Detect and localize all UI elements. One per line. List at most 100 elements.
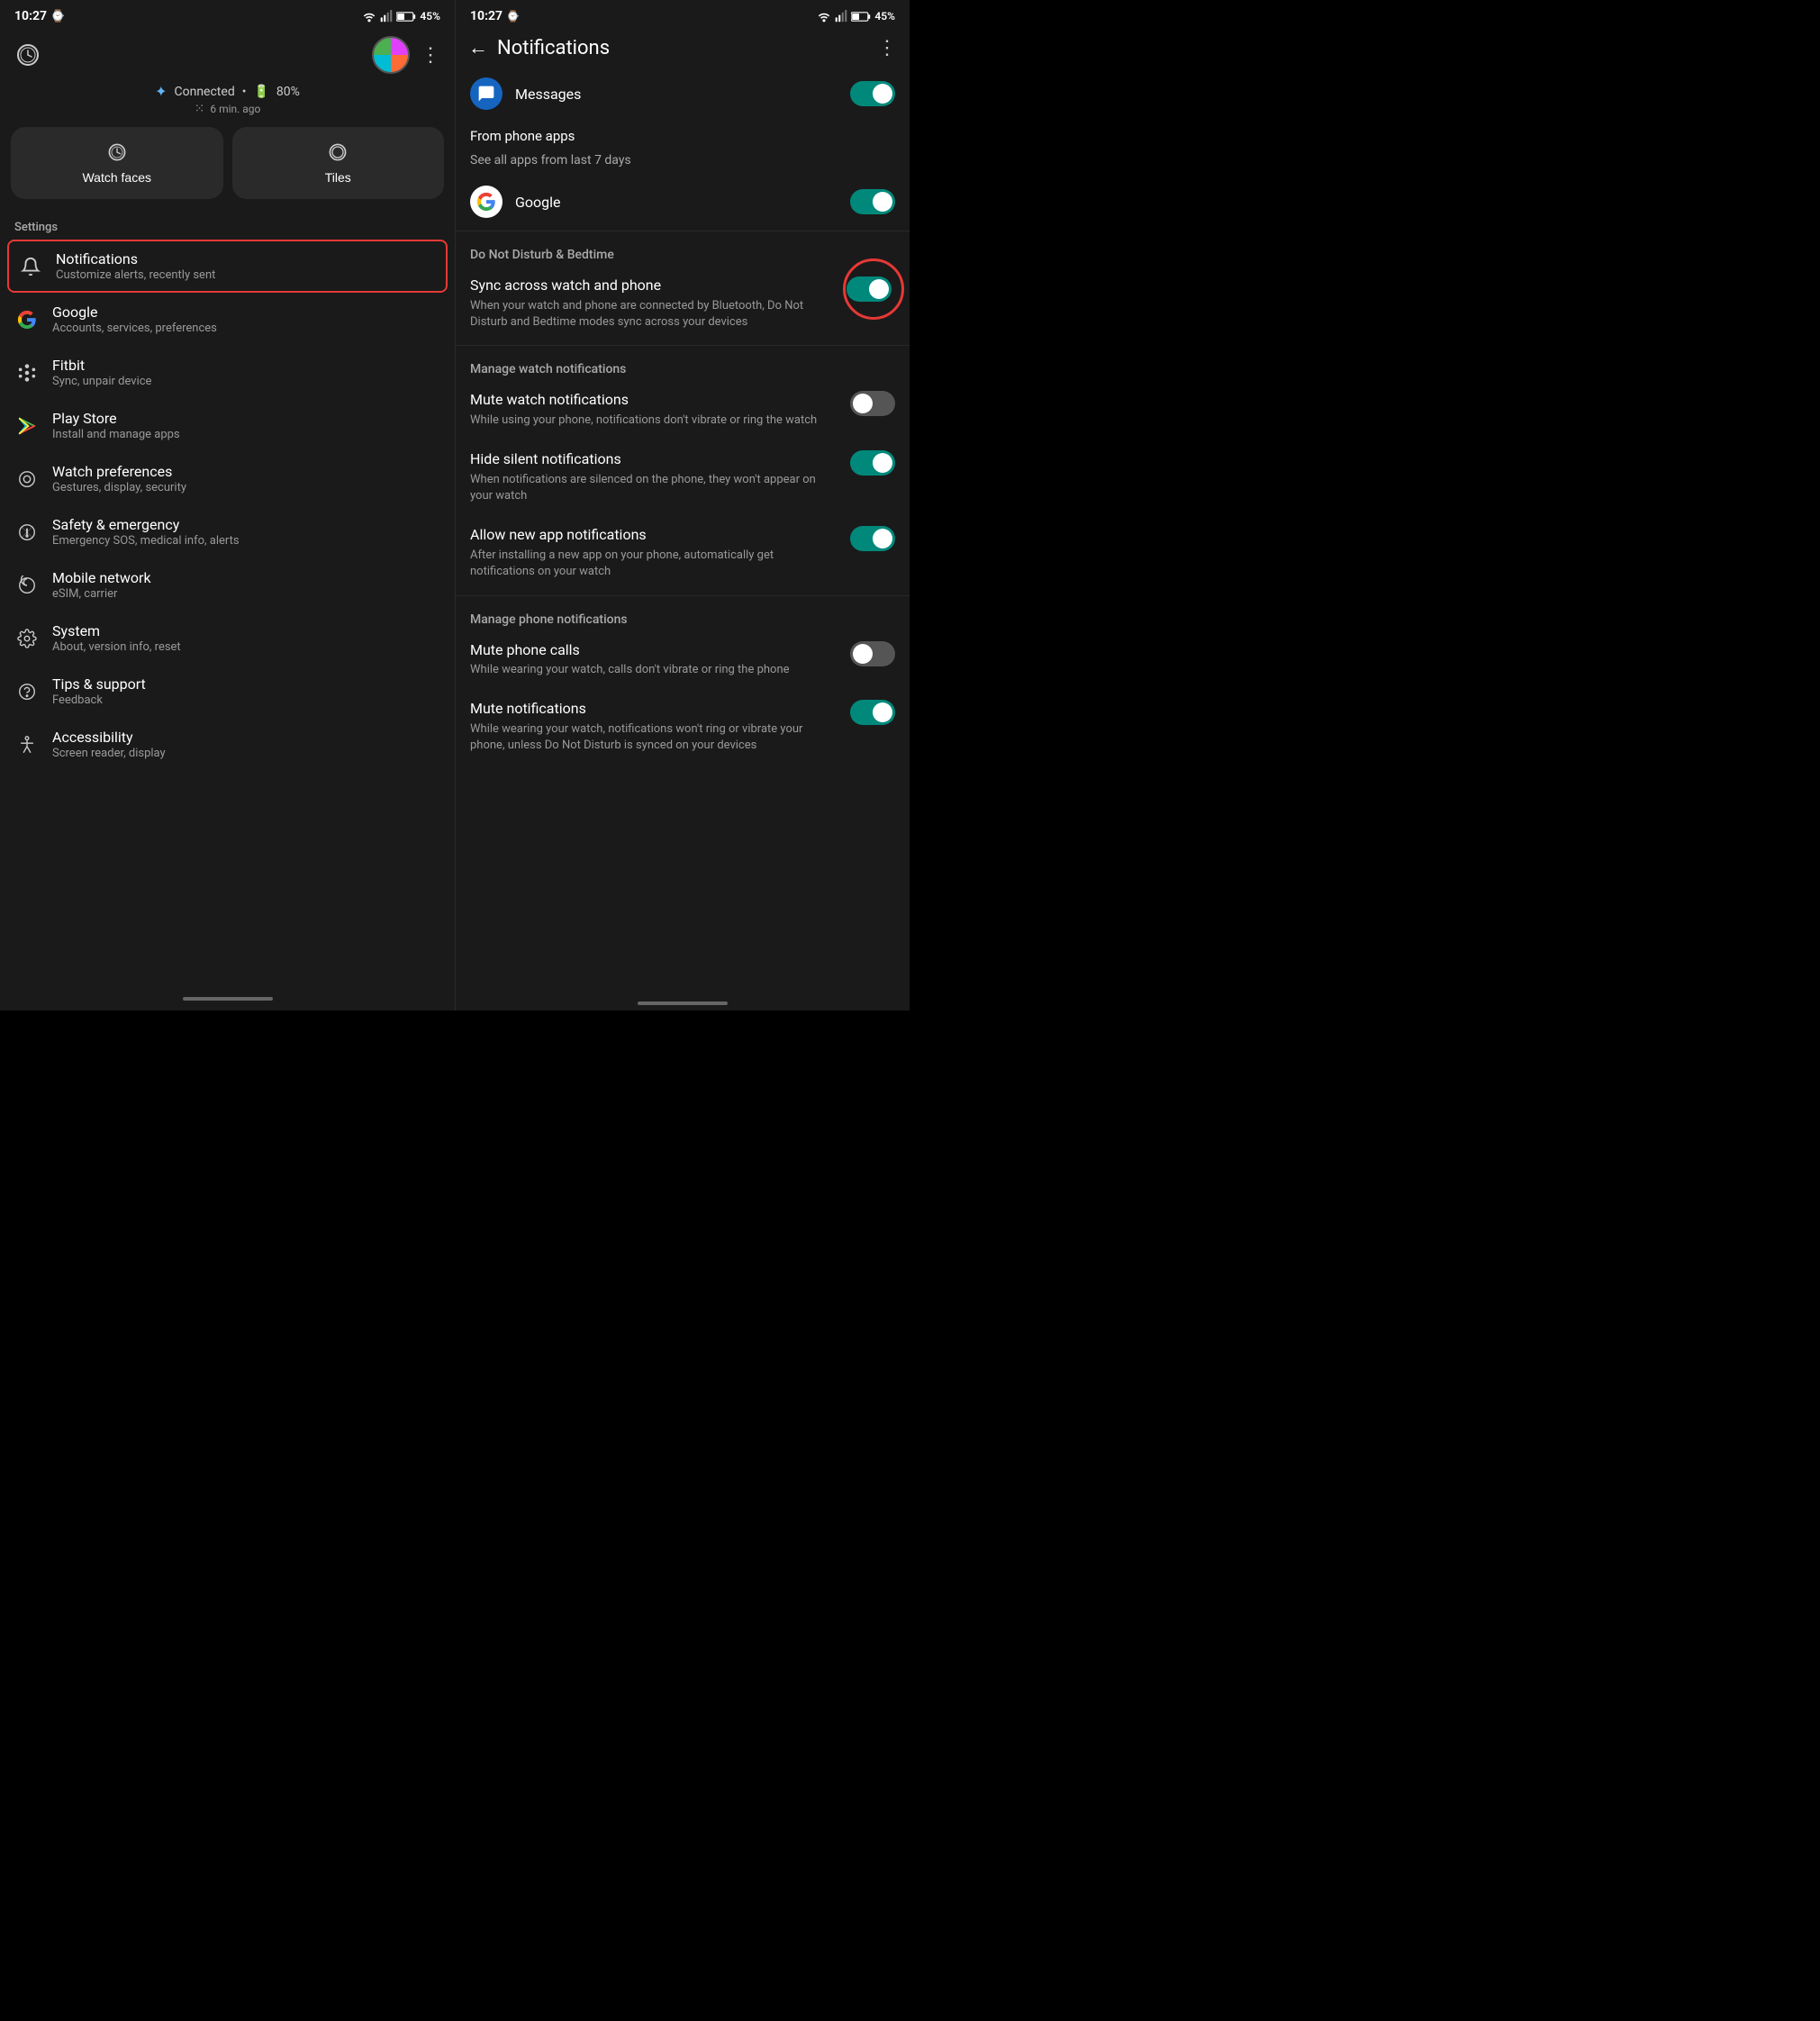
watch-icon bbox=[14, 41, 41, 68]
settings-item-watch-preferences[interactable]: Watch preferences Gestures, display, sec… bbox=[0, 452, 455, 505]
left-app-header: ⋮ bbox=[0, 29, 455, 77]
play-store-subtitle: Install and manage apps bbox=[52, 428, 440, 441]
wifi-icon bbox=[362, 10, 376, 23]
mute-phone-calls-toggle[interactable] bbox=[850, 641, 895, 666]
signal-icon bbox=[380, 10, 393, 23]
sync-across-item[interactable]: Sync across watch and phone When your wa… bbox=[456, 266, 910, 341]
back-button[interactable]: ← Notifications bbox=[468, 36, 610, 59]
battery-icon bbox=[396, 11, 416, 23]
watch-icon-right: ⌚ bbox=[506, 10, 520, 23]
accessibility-icon bbox=[14, 732, 40, 757]
mute-phone-calls-subtitle: While wearing your watch, calls don't vi… bbox=[470, 662, 838, 678]
settings-section-label: Settings bbox=[0, 213, 455, 240]
fitbit-icon bbox=[14, 360, 40, 385]
allow-new-app-toggle-thumb bbox=[873, 529, 892, 548]
safety-icon bbox=[14, 520, 40, 545]
watch-preferences-subtitle: Gestures, display, security bbox=[52, 481, 440, 494]
hide-silent-title: Hide silent notifications bbox=[470, 450, 838, 469]
bottom-bar-left bbox=[0, 992, 455, 1010]
mute-notifications-text: Mute notifications While wearing your wa… bbox=[470, 700, 838, 754]
signal-icon-right bbox=[835, 10, 847, 23]
battery-percent-left: 45% bbox=[420, 10, 440, 23]
messages-notif-item[interactable]: Messages bbox=[456, 68, 910, 119]
settings-item-safety[interactable]: Safety & emergency Emergency SOS, medica… bbox=[0, 505, 455, 558]
google-subtitle: Accounts, services, preferences bbox=[52, 322, 440, 335]
mute-phone-calls-title: Mute phone calls bbox=[470, 641, 838, 660]
hide-silent-toggle[interactable] bbox=[850, 450, 895, 476]
settings-item-accessibility[interactable]: Accessibility Screen reader, display bbox=[0, 718, 455, 771]
see-all-label[interactable]: See all apps from last 7 days bbox=[456, 148, 910, 177]
mute-notifications-toggle[interactable] bbox=[850, 700, 895, 725]
safety-title: Safety & emergency bbox=[52, 516, 440, 533]
more-menu-button[interactable]: ⋮ bbox=[421, 44, 440, 67]
mobile-network-text: Mobile network eSIM, carrier bbox=[52, 569, 440, 601]
fitbit-text: Fitbit Sync, unpair device bbox=[52, 357, 440, 388]
back-arrow-icon: ← bbox=[468, 36, 488, 59]
from-phone-label: From phone apps bbox=[456, 119, 910, 148]
watch-status-icon: ⌚ bbox=[50, 10, 65, 23]
home-indicator-right bbox=[638, 1001, 728, 1005]
safety-text: Safety & emergency Emergency SOS, medica… bbox=[52, 516, 440, 548]
time-right: 10:27 bbox=[470, 9, 503, 23]
mute-notifications-item[interactable]: Mute notifications While wearing your wa… bbox=[456, 689, 910, 765]
messages-icon bbox=[470, 77, 503, 110]
settings-item-tips[interactable]: Tips & support Feedback bbox=[0, 665, 455, 718]
messages-toggle[interactable] bbox=[850, 81, 895, 106]
google-notif-item[interactable]: Google bbox=[456, 177, 910, 227]
hide-silent-item[interactable]: Hide silent notifications When notificat… bbox=[456, 440, 910, 515]
mobile-network-icon bbox=[14, 573, 40, 598]
left-panel: 10:27 ⌚ 45% bbox=[0, 0, 455, 1010]
settings-item-fitbit[interactable]: Fitbit Sync, unpair device bbox=[0, 346, 455, 399]
settings-item-google[interactable]: Google Accounts, services, preferences bbox=[0, 293, 455, 346]
accessibility-title: Accessibility bbox=[52, 729, 440, 746]
allow-new-app-toggle[interactable] bbox=[850, 526, 895, 551]
bottom-bar-right bbox=[456, 992, 910, 1010]
status-icons-left: 45% bbox=[362, 10, 440, 23]
fitbit-subtitle: Sync, unpair device bbox=[52, 375, 440, 388]
mute-notifications-title: Mute notifications bbox=[470, 700, 838, 719]
mute-watch-toggle[interactable] bbox=[850, 391, 895, 416]
settings-item-play-store[interactable]: Play Store Install and manage apps bbox=[0, 399, 455, 452]
allow-new-app-item[interactable]: Allow new app notifications After instal… bbox=[456, 515, 910, 591]
google-notif-icon bbox=[470, 186, 503, 218]
system-icon bbox=[14, 626, 40, 651]
avatar[interactable] bbox=[372, 36, 410, 74]
messages-title: Messages bbox=[515, 86, 838, 103]
settings-item-notifications[interactable]: Notifications Customize alerts, recently… bbox=[7, 240, 448, 293]
play-store-icon bbox=[14, 413, 40, 439]
time-ago-label: 6 min. ago bbox=[210, 103, 260, 115]
system-subtitle: About, version info, reset bbox=[52, 640, 440, 654]
accessibility-subtitle: Screen reader, display bbox=[52, 747, 440, 760]
google-toggle[interactable] bbox=[850, 189, 895, 214]
mute-phone-calls-toggle-thumb bbox=[853, 644, 873, 664]
messages-toggle-thumb bbox=[873, 84, 892, 104]
allow-new-app-title: Allow new app notifications bbox=[470, 526, 838, 545]
battery-icon-small: 🔋 bbox=[253, 85, 268, 99]
quick-actions: Watch faces Tiles bbox=[0, 127, 455, 213]
section-divider-3 bbox=[456, 595, 910, 596]
settings-item-mobile-network[interactable]: Mobile network eSIM, carrier bbox=[0, 558, 455, 612]
mute-watch-subtitle: While using your phone, notifications do… bbox=[470, 412, 838, 429]
tips-title: Tips & support bbox=[52, 675, 440, 693]
sync-across-text: Sync across watch and phone When your wa… bbox=[470, 276, 834, 331]
watch-battery-label: 80% bbox=[276, 85, 300, 99]
right-more-menu[interactable]: ⋮ bbox=[877, 37, 897, 59]
fitbit-title: Fitbit bbox=[52, 357, 440, 374]
mute-phone-calls-text: Mute phone calls While wearing your watc… bbox=[470, 641, 838, 679]
sync-toggle[interactable] bbox=[847, 276, 892, 302]
grid-icon: ⁙ bbox=[195, 102, 205, 116]
sync-toggle-thumb bbox=[869, 279, 889, 299]
tiles-button[interactable]: Tiles bbox=[232, 127, 445, 199]
bluetooth-icon: ✦ bbox=[155, 83, 167, 100]
google-title: Google bbox=[52, 304, 440, 321]
watch-faces-button[interactable]: Watch faces bbox=[11, 127, 223, 199]
mute-phone-calls-item[interactable]: Mute phone calls While wearing your watc… bbox=[456, 630, 910, 690]
mobile-network-title: Mobile network bbox=[52, 569, 440, 586]
settings-item-system[interactable]: System About, version info, reset bbox=[0, 612, 455, 665]
mute-watch-item[interactable]: Mute watch notifications While using you… bbox=[456, 380, 910, 440]
header-right: ⋮ bbox=[372, 36, 440, 74]
mute-watch-title: Mute watch notifications bbox=[470, 391, 838, 410]
safety-subtitle: Emergency SOS, medical info, alerts bbox=[52, 534, 440, 548]
connection-label: Connected bbox=[175, 85, 235, 99]
mute-watch-text: Mute watch notifications While using you… bbox=[470, 391, 838, 429]
